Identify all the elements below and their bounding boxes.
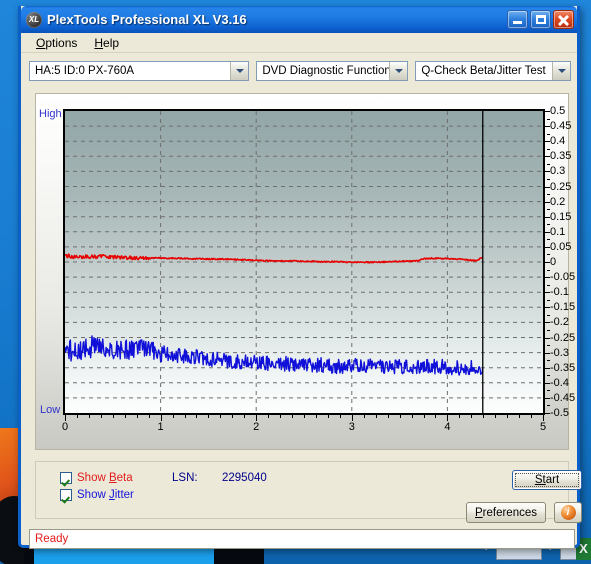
x-tick-mark bbox=[148, 415, 150, 418]
x-tick-mark bbox=[435, 415, 437, 418]
x-tick-mark bbox=[112, 415, 114, 418]
show-beta-label: Show Beta bbox=[77, 472, 133, 484]
x-tick-mark bbox=[184, 415, 186, 418]
toolbar: HA:5 ID:0 PX-760A DVD Diagnostic Functio… bbox=[21, 53, 577, 85]
x-tick-mark bbox=[495, 415, 497, 418]
x-tick-mark bbox=[232, 415, 234, 418]
status-bar: Ready bbox=[29, 529, 575, 549]
x-tick-mark bbox=[124, 415, 126, 418]
x-tick-mark bbox=[280, 415, 282, 418]
x-axis-ticks: 0 1 2 3 4 5 bbox=[36, 94, 568, 449]
x-tick-mark bbox=[507, 415, 509, 418]
x-tick-mark bbox=[136, 415, 138, 418]
x-tick-mark bbox=[375, 415, 377, 418]
show-jitter-label: Show Jitter bbox=[77, 489, 134, 501]
x-tick-mark bbox=[519, 415, 521, 418]
info-button[interactable]: i bbox=[554, 502, 582, 523]
menu-options-rest: ptions bbox=[45, 35, 78, 50]
x-tick-label: 1 bbox=[157, 421, 164, 433]
lsn-value: 2295040 bbox=[222, 472, 267, 484]
x-tick-mark bbox=[315, 415, 317, 418]
chevron-down-icon[interactable] bbox=[389, 61, 408, 80]
x-tick-mark bbox=[88, 415, 90, 418]
x-tick-mark bbox=[447, 415, 449, 421]
chart-panel: High Low 0.5 0.45 0.4 0.35 0.3 0.25 0.2 0.15 0.1… bbox=[35, 93, 575, 450]
preferences-button-label: Preferences bbox=[474, 506, 537, 519]
window-title: PlexTools Professional XL V3.16 bbox=[47, 12, 247, 27]
preferences-button[interactable]: Preferences bbox=[466, 502, 546, 523]
x-tick-mark bbox=[208, 415, 210, 418]
x-tick-mark bbox=[220, 415, 222, 418]
show-beta-row[interactable]: Show Beta bbox=[60, 472, 133, 484]
info-icon: i bbox=[560, 505, 576, 520]
x-tick-mark bbox=[471, 415, 473, 418]
x-tick-mark bbox=[339, 415, 341, 418]
menu-help-rest: elp bbox=[103, 35, 120, 50]
x-tick-mark bbox=[459, 415, 461, 418]
test-select[interactable]: Q-Check Beta/Jitter Test bbox=[415, 60, 571, 81]
x-tick-label: 3 bbox=[348, 421, 355, 433]
menu-item-options[interactable]: Options bbox=[29, 34, 84, 52]
x-tick-label: 4 bbox=[444, 421, 451, 433]
title-bar: XL PlexTools Professional XL V3.16 bbox=[21, 6, 577, 33]
x-tick-mark bbox=[160, 415, 162, 421]
chevron-down-icon[interactable] bbox=[230, 61, 249, 80]
function-select-value: DVD Diagnostic Functions bbox=[262, 64, 390, 77]
maximize-button[interactable] bbox=[530, 10, 551, 29]
x-tick-mark bbox=[363, 415, 365, 418]
status-text: Ready bbox=[35, 533, 69, 545]
drive-select-value: HA:5 ID:0 PX-760A bbox=[35, 64, 135, 77]
x-tick-label: 0 bbox=[61, 421, 69, 433]
close-button[interactable] bbox=[553, 10, 574, 29]
x-tick-mark bbox=[411, 415, 413, 418]
drive-select[interactable]: HA:5 ID:0 PX-760A bbox=[29, 60, 250, 81]
menu-item-help[interactable]: Help bbox=[87, 34, 126, 52]
x-tick-mark bbox=[76, 415, 78, 418]
lsn-label: LSN: bbox=[172, 472, 198, 484]
x-tick-mark bbox=[423, 415, 425, 418]
show-jitter-row[interactable]: Show Jitter bbox=[60, 489, 134, 501]
x-tick-mark bbox=[351, 415, 353, 421]
x-tick-label: 2 bbox=[253, 421, 260, 433]
show-beta-checkbox[interactable] bbox=[60, 472, 72, 484]
window-controls bbox=[507, 10, 574, 29]
x-tick-mark bbox=[387, 415, 389, 418]
x-tick-mark bbox=[304, 415, 305, 418]
show-jitter-checkbox[interactable] bbox=[60, 489, 72, 501]
x-tick-mark bbox=[244, 415, 246, 418]
x-tick-mark bbox=[483, 415, 485, 418]
minimize-button[interactable] bbox=[507, 10, 528, 29]
x-tick-mark bbox=[327, 415, 329, 418]
app-logo-icon: XL bbox=[26, 11, 42, 28]
x-tick-mark bbox=[292, 415, 294, 418]
start-button[interactable]: Start bbox=[512, 470, 582, 490]
x-tick-mark bbox=[65, 415, 66, 421]
chevron-down-icon[interactable] bbox=[552, 61, 570, 80]
x-tick-mark bbox=[399, 415, 401, 418]
x-tick-mark bbox=[531, 415, 533, 418]
x-tick-mark bbox=[172, 415, 174, 418]
menu-bar: Options Help bbox=[21, 33, 577, 53]
test-select-value: Q-Check Beta/Jitter Test bbox=[421, 64, 546, 77]
application-window: XL PlexTools Professional XL V3.16 Optio… bbox=[18, 6, 582, 549]
x-tick-mark bbox=[256, 415, 258, 421]
x-tick-mark bbox=[268, 415, 270, 418]
x-tick-label: 5 bbox=[539, 421, 547, 433]
function-select[interactable]: DVD Diagnostic Functions bbox=[256, 60, 409, 81]
controls-panel: Show Beta Show Jitter LSN: 2295040 Start… bbox=[35, 461, 582, 523]
x-tick-mark bbox=[543, 415, 544, 421]
x-tick-mark bbox=[196, 415, 198, 418]
x-tick-mark bbox=[100, 415, 102, 418]
start-button-label: Start bbox=[534, 474, 560, 486]
